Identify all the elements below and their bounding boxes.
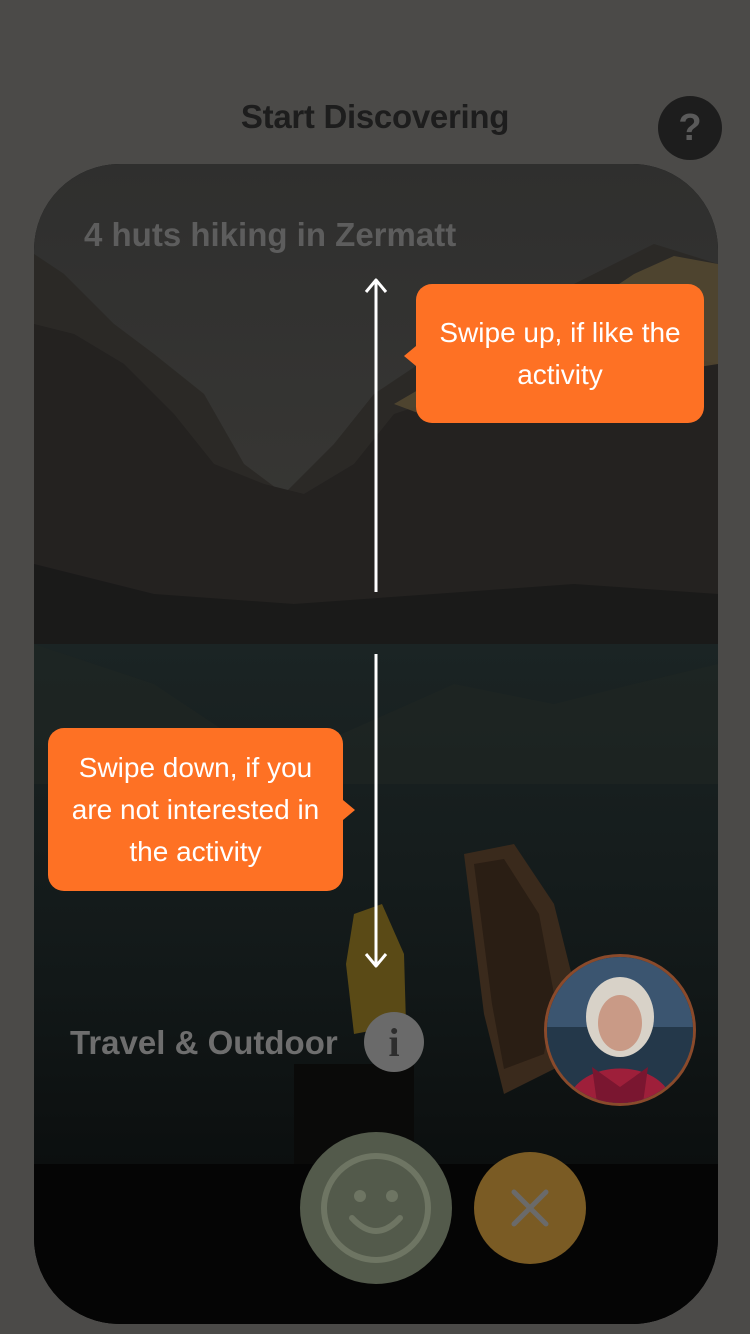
close-icon bbox=[511, 1189, 549, 1227]
help-button[interactable]: ? bbox=[658, 96, 722, 160]
swipe-up-tooltip: Swipe up, if like the activity bbox=[404, 284, 704, 423]
category-label: Travel & Outdoor bbox=[70, 1024, 338, 1061]
swipe-down-tooltip: Swipe down, if you are not interested in… bbox=[48, 728, 355, 891]
like-button[interactable] bbox=[300, 1132, 452, 1284]
activity-title: 4 huts hiking in Zermatt bbox=[84, 216, 457, 253]
smiley-icon bbox=[321, 1153, 431, 1263]
swipe-up-text: Swipe up, if like the activity bbox=[439, 316, 681, 390]
host-avatar[interactable] bbox=[544, 954, 696, 1106]
dismiss-button[interactable] bbox=[474, 1152, 586, 1264]
swipe-down-text: Swipe down, if you are not interested in… bbox=[71, 751, 320, 867]
avatar-photo bbox=[547, 957, 693, 1103]
page-title: Start Discovering bbox=[240, 98, 510, 135]
info-button[interactable]: i bbox=[364, 1012, 424, 1072]
